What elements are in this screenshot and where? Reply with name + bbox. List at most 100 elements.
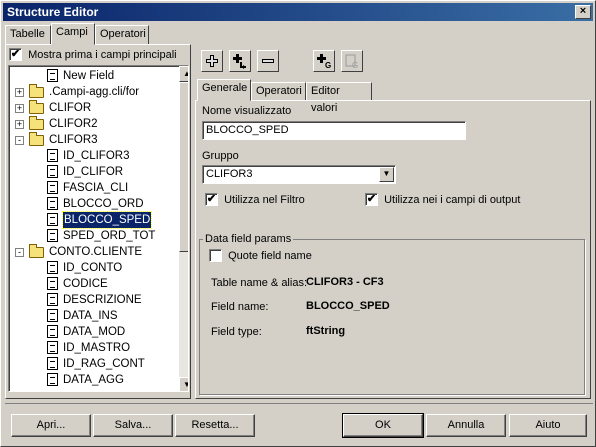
tree-vertical-scrollbar[interactable]: ▲ ▼ <box>179 66 188 391</box>
generale-tab-panel: Nome visualizzato BLOCCO_SPED Gruppo CLI… <box>195 100 591 399</box>
tab-editor-valori[interactable]: Editor valori <box>306 82 372 114</box>
tree-folder-row[interactable]: - CLIFOR3 <box>9 132 177 148</box>
tree-field-row[interactable]: FASCIA_CLI <box>9 180 177 196</box>
tab-tabelle[interactable]: Tabelle <box>5 25 51 44</box>
tree-field-row[interactable]: DESCRIZIONE <box>9 292 177 308</box>
tree-field-row[interactable]: ID_CLIFOR <box>9 164 177 180</box>
tree-item-label: CONTO.CLIENTE <box>49 246 143 258</box>
tree-field-row[interactable]: ID_CLIFOR3 <box>9 148 177 164</box>
collapse-icon[interactable]: - <box>15 136 24 145</box>
field-type-value: ftString <box>306 325 346 337</box>
field-document-icon <box>47 165 58 178</box>
ok-button[interactable]: OK <box>342 413 424 438</box>
scroll-down-icon[interactable]: ▼ <box>179 377 188 391</box>
add-field-button[interactable] <box>201 50 223 72</box>
tree-field-row[interactable]: ID_CONTO <box>9 260 177 276</box>
remove-field-button[interactable] <box>257 50 279 72</box>
field-document-icon <box>47 229 58 242</box>
tree-field-row[interactable]: ID_RAG_CONT <box>9 356 177 372</box>
tree-item-label: DESCRIZIONE <box>63 294 142 306</box>
reset-button[interactable]: Resetta... <box>175 414 255 437</box>
tree-item-label: ID_CLIFOR3 <box>63 150 130 162</box>
structure-editor-window: Structure Editor × Tabelle Campi Operato… <box>0 0 596 447</box>
field-document-icon <box>47 181 58 194</box>
tree-field-row[interactable]: SPED_ORD_TOT <box>9 228 177 244</box>
tree-field-row[interactable]: New Field <box>9 68 177 84</box>
tree-field-row[interactable]: ID_MASTRO <box>9 340 177 356</box>
collapse-icon[interactable]: - <box>15 248 24 257</box>
use-in-output-option[interactable]: ✔ Utilizza nei i campi di output <box>365 193 520 206</box>
tree-item-label: ID_CONTO <box>63 262 123 274</box>
tree-item-label: ID_CLIFOR <box>63 166 124 178</box>
tree-item-label: CODICE <box>63 278 108 290</box>
footer-bar: Apri... Salva... Resetta... OK Annulla A… <box>5 403 593 443</box>
show-main-fields-label: Mostra prima i campi principali <box>28 48 177 61</box>
folder-icon <box>29 100 44 114</box>
add-group-button[interactable]: G <box>313 50 335 72</box>
tree-item-label: DATA_AGG <box>63 374 124 386</box>
tree-item-label: ID_RAG_CONT <box>63 358 145 370</box>
use-in-filter-option[interactable]: ✔ Utilizza nel Filtro <box>205 193 305 206</box>
display-name-input[interactable]: BLOCCO_SPED <box>202 121 466 140</box>
fields-panel: ✔ Mostra prima i campi principali New Fi… <box>5 44 191 399</box>
open-button[interactable]: Apri... <box>11 414 91 437</box>
show-main-fields-checkbox[interactable]: ✔ <box>9 48 22 61</box>
tree-folder-row[interactable]: + CLIFOR <box>9 100 177 116</box>
svg-text:G: G <box>325 61 331 69</box>
chevron-down-icon[interactable]: ▼ <box>379 167 394 182</box>
tree-field-row[interactable]: BLOCCO_SPED <box>9 211 177 229</box>
minus-icon <box>262 59 274 63</box>
help-button[interactable]: Aiuto <box>509 414 587 437</box>
field-document-icon <box>47 197 58 210</box>
tab-operatori[interactable]: Operatori <box>95 25 149 44</box>
group-select-value: CLIFOR3 <box>206 168 253 180</box>
save-button[interactable]: Salva... <box>93 414 173 437</box>
field-document-icon <box>47 357 58 370</box>
tab-generale[interactable]: Generale <box>197 79 251 101</box>
field-details-area: G G Generale Operatori Editor valori Nom… <box>195 44 591 399</box>
field-type-label: Field type: <box>211 326 262 338</box>
tree-folder-row[interactable]: - CONTO.CLIENTE <box>9 244 177 260</box>
quote-field-name-option[interactable]: Quote field name <box>209 249 312 262</box>
field-document-icon <box>47 69 58 82</box>
quote-field-name-checkbox[interactable] <box>209 249 222 262</box>
tree-folder-row[interactable]: + CLIFOR2 <box>9 116 177 132</box>
tree-field-row[interactable]: CODICE <box>9 276 177 292</box>
expand-icon[interactable]: + <box>15 88 24 97</box>
tree-item-label: BLOCCO_ORD <box>63 198 144 210</box>
tree-item-label: New Field <box>63 70 115 82</box>
tree-item-label: BLOCCO_SPED <box>61 211 153 229</box>
expand-icon[interactable]: + <box>15 120 24 129</box>
scroll-thumb[interactable] <box>179 82 188 252</box>
use-in-filter-label: Utilizza nel Filtro <box>224 193 305 206</box>
expand-icon[interactable]: + <box>15 104 24 113</box>
scroll-up-icon[interactable]: ▲ <box>179 66 188 82</box>
show-main-fields-option[interactable]: ✔ Mostra prima i campi principali <box>9 48 177 61</box>
tab-campi[interactable]: Campi <box>51 23 95 45</box>
use-in-output-checkbox[interactable]: ✔ <box>365 193 378 206</box>
quote-field-name-label: Quote field name <box>228 249 312 262</box>
tab-detail-operatori[interactable]: Operatori <box>251 82 306 101</box>
use-in-filter-checkbox[interactable]: ✔ <box>205 193 218 206</box>
tree-folder-row[interactable]: + .Campi-agg.cli/for <box>9 84 177 100</box>
tree-field-row[interactable]: DATA_INS <box>9 308 177 324</box>
cancel-button[interactable]: Annulla <box>426 414 506 437</box>
svg-text:G: G <box>352 61 358 69</box>
field-document-icon <box>47 277 58 290</box>
close-icon[interactable]: × <box>575 5 591 19</box>
tree-field-row[interactable]: DATA_AGG <box>9 372 177 388</box>
window-title: Structure Editor <box>7 5 99 19</box>
field-tree[interactable]: New Field + .Campi-agg.cli/for + CLIFOR + CLIF… <box>8 65 189 392</box>
tree-item-label: SPED_ORD_TOT <box>63 230 156 242</box>
field-document-icon <box>47 325 58 338</box>
field-document-icon <box>47 261 58 274</box>
folder-icon <box>29 132 44 146</box>
tree-field-row[interactable]: BLOCCO_ORD <box>9 196 177 212</box>
group-select[interactable]: CLIFOR3 ▼ <box>202 165 396 184</box>
add-child-button[interactable] <box>229 50 251 72</box>
tree-field-row[interactable]: DATA_MOD <box>9 324 177 340</box>
folder-icon <box>29 116 44 130</box>
field-document-icon <box>47 373 58 386</box>
data-field-params-title: Data field params <box>203 233 294 245</box>
field-name-value: BLOCCO_SPED <box>306 300 390 312</box>
